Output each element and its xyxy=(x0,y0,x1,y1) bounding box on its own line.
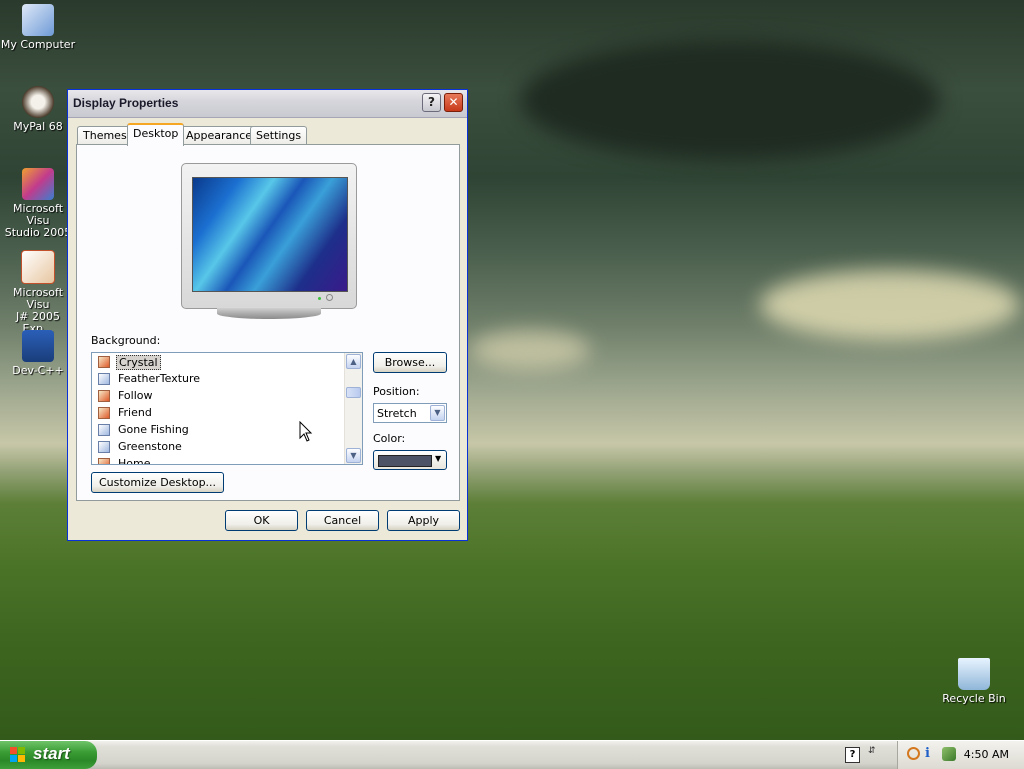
desktop-icon-mypal[interactable]: MyPal 68 xyxy=(0,86,76,133)
list-item-label: Home xyxy=(118,457,151,465)
color-picker-button[interactable]: ▼ xyxy=(373,450,447,470)
color-swatch xyxy=(378,455,432,467)
tab-settings[interactable]: Settings xyxy=(250,126,308,145)
monitor-bezel xyxy=(181,163,357,309)
browse-button[interactable]: Browse... xyxy=(373,352,447,373)
ok-button[interactable]: OK xyxy=(225,510,298,531)
apply-button[interactable]: Apply xyxy=(387,510,460,531)
desktop-icon-visual-jsharp[interactable]: Microsoft Visu J# 2005 Exp... xyxy=(0,250,76,335)
desktop-icon-label: Recycle Bin xyxy=(942,692,1006,705)
cloud xyxy=(520,40,940,160)
info-icon[interactable]: i xyxy=(925,746,939,762)
question-icon: ? xyxy=(428,95,435,109)
monitor-stand xyxy=(217,308,321,319)
desktop-icon-my-computer[interactable]: My Computer xyxy=(0,4,76,51)
paint-icon xyxy=(98,424,110,436)
list-item-label: Greenstone xyxy=(118,440,182,453)
desktop-icon-label: Dev-C++ xyxy=(12,364,64,377)
list-item[interactable]: Crystal xyxy=(96,354,346,370)
close-icon: ✕ xyxy=(448,95,459,109)
list-item-label: Gone Fishing xyxy=(118,423,189,436)
tab-label: Desktop xyxy=(133,127,179,140)
clock[interactable]: 4:50 AM xyxy=(964,748,1009,761)
cancel-button[interactable]: Cancel xyxy=(306,510,379,531)
tab-label: Appearance xyxy=(186,129,253,142)
wallpaper-preview xyxy=(192,177,348,292)
customize-desktop-button[interactable]: Customize Desktop... xyxy=(91,472,224,493)
paint-icon xyxy=(98,441,110,453)
background-label: Background: xyxy=(91,334,161,347)
tab-label: Settings xyxy=(256,129,302,142)
help-button[interactable]: ? xyxy=(422,93,441,112)
window-title: Display Properties xyxy=(73,96,179,110)
recycle-bin-icon xyxy=(958,658,990,690)
color-label: Color: xyxy=(373,432,406,445)
scroll-thumb[interactable] xyxy=(346,387,361,398)
power-button-icon xyxy=(326,294,333,301)
search-icon[interactable] xyxy=(907,747,920,760)
scroll-down-button[interactable]: ▼ xyxy=(346,448,361,463)
position-select[interactable]: Stretch ▼ xyxy=(373,403,447,423)
list-item-label: FeatherTexture xyxy=(118,372,201,385)
paint-icon xyxy=(98,373,110,385)
tab-desktop[interactable]: Desktop xyxy=(127,123,185,146)
start-button[interactable]: start xyxy=(0,741,97,769)
chevron-down-icon: ▼ xyxy=(434,408,441,417)
title-bar[interactable]: Display Properties ? ✕ xyxy=(68,90,467,118)
background-list[interactable]: Crystal FeatherTexture Follow Friend Gon… xyxy=(91,352,363,465)
close-button[interactable]: ✕ xyxy=(444,93,463,112)
list-item-label: Crystal xyxy=(116,355,161,370)
jsharp-icon xyxy=(21,250,55,284)
cloud-bright xyxy=(470,330,590,370)
list-item[interactable]: FeatherTexture xyxy=(96,371,346,387)
desktop-tab-panel: Background: Crystal FeatherTexture Follo… xyxy=(76,144,460,501)
network-icon[interactable] xyxy=(942,747,956,761)
start-label: start xyxy=(33,744,70,763)
list-item-label: Friend xyxy=(118,406,152,419)
chevron-down-icon: ▼ xyxy=(350,451,357,460)
help-icon[interactable]: ? xyxy=(845,747,860,763)
tab-themes[interactable]: Themes xyxy=(77,126,133,145)
taskbar: start ? ⇵ i 4:50 AM xyxy=(0,740,1024,769)
dropdown-button[interactable]: ▼ xyxy=(430,405,445,421)
language-bar-icon[interactable]: ⇵ xyxy=(868,746,878,762)
list-item[interactable]: Friend xyxy=(96,405,346,421)
raccoon-icon xyxy=(22,86,54,118)
chevron-up-icon: ▲ xyxy=(350,357,357,366)
list-item[interactable]: Follow xyxy=(96,388,346,404)
list-item[interactable]: Home xyxy=(96,456,346,465)
visual-studio-icon xyxy=(22,168,54,200)
dropdown-arrow-icon: ▼ xyxy=(435,454,442,463)
computer-icon xyxy=(22,4,54,36)
tab-appearance[interactable]: Appearance xyxy=(180,126,259,145)
scroll-up-button[interactable]: ▲ xyxy=(346,354,361,369)
desktop-icon-label: Microsoft Visu J# 2005 Exp... xyxy=(12,286,64,335)
image-icon xyxy=(98,356,110,368)
desktop-icon-dev-cpp[interactable]: Dev-C++ xyxy=(0,330,76,377)
system-tray: i 4:50 AM xyxy=(897,741,1024,769)
vertical-scrollbar[interactable]: ▲ ▼ xyxy=(344,353,362,464)
image-icon xyxy=(98,458,110,464)
list-item-label: Follow xyxy=(118,389,153,402)
image-icon xyxy=(98,407,110,419)
mouse-cursor-icon xyxy=(299,421,313,442)
desktop-icon-visual-studio[interactable]: Microsoft Visu Studio 2005 xyxy=(0,168,76,239)
dev-cpp-icon xyxy=(22,330,54,362)
cloud-bright xyxy=(760,270,1020,340)
position-label: Position: xyxy=(373,385,420,398)
monitor-preview xyxy=(181,163,357,323)
position-value: Stretch xyxy=(377,407,417,420)
desktop-icon-recycle-bin[interactable]: Recycle Bin xyxy=(936,658,1012,705)
power-led-icon xyxy=(318,297,321,300)
desktop-icon-label: MyPal 68 xyxy=(13,120,63,133)
desktop-icon-label: Microsoft Visu Studio 2005 xyxy=(4,202,72,239)
tab-label: Themes xyxy=(83,129,127,142)
image-icon xyxy=(98,390,110,402)
windows-logo-icon xyxy=(10,747,26,763)
display-properties-window: Display Properties ? ✕ Themes Desktop Ap… xyxy=(67,89,468,541)
desktop-icon-label: My Computer xyxy=(0,38,76,51)
